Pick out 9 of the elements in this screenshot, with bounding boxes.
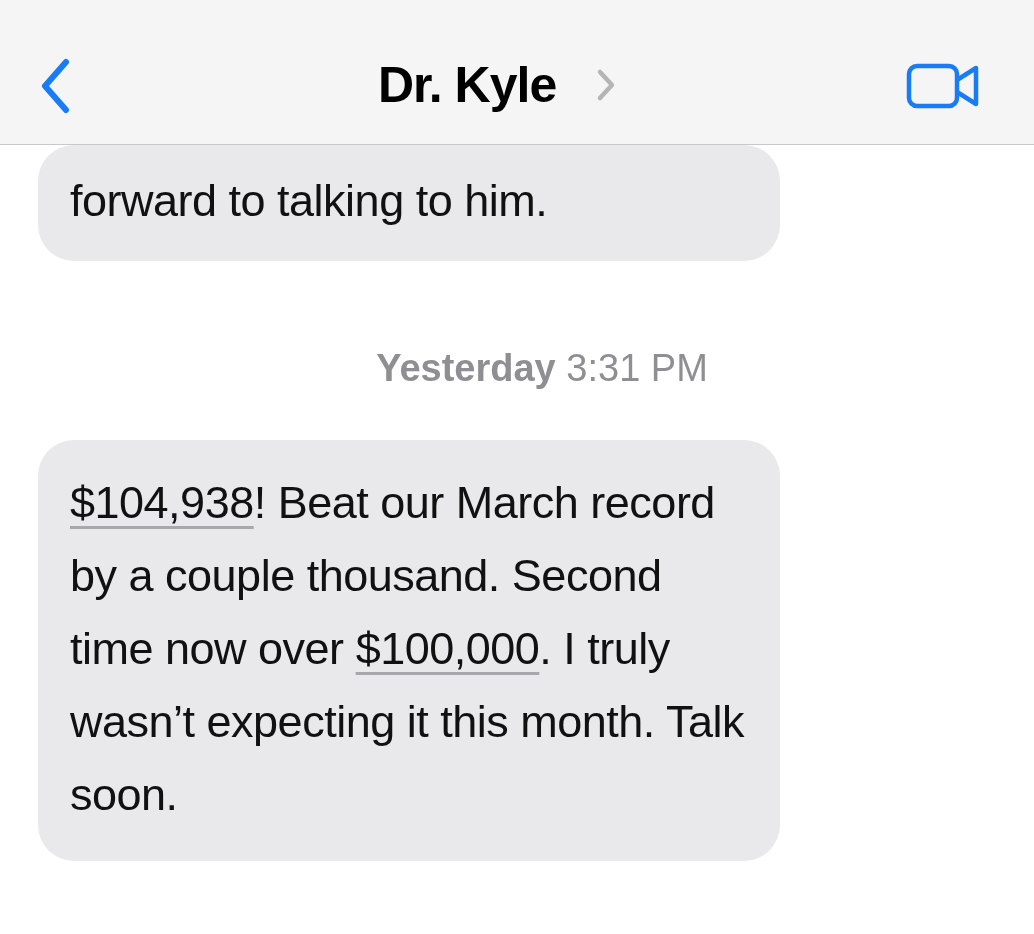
chevron-icon[interactable] <box>596 68 617 102</box>
video-camera-icon[interactable] <box>906 63 980 109</box>
message-text: forward to talking to him. <box>70 174 549 228</box>
timestamp: Yesterday 3:31 PM <box>375 347 709 390</box>
contact-name[interactable]: Dr. Kyle <box>378 56 557 114</box>
amount-link[interactable]: $100,000 <box>355 623 540 674</box>
amount-link[interactable]: $104,938 <box>70 477 254 528</box>
back-icon[interactable] <box>40 58 70 114</box>
message-text: $104,938! Beat our March record by a couple thousand. Second time now over $100,000. I truly wasn’t expecting it this month. Talk soon. <box>70 476 746 822</box>
